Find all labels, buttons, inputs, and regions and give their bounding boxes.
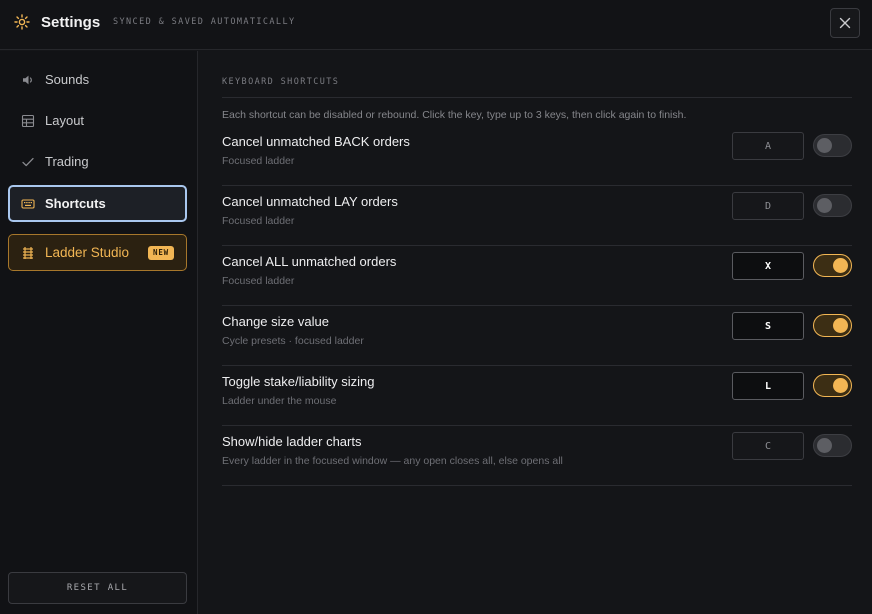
key-binding-button[interactable]: C xyxy=(732,432,804,460)
settings-header: Settings SYNCED & SAVED AUTOMATICALLY xyxy=(0,0,872,50)
key-binding-button[interactable]: L xyxy=(732,372,804,400)
shortcut-scope: Cycle presets · focused ladder xyxy=(222,335,364,347)
sidebar-item-label: Trading xyxy=(45,154,89,169)
shortcut-title: Show/hide ladder charts xyxy=(222,434,362,449)
sidebar-item-ladder-studio[interactable]: Ladder Studio NEW xyxy=(8,234,187,271)
shortcut-row: Cancel ALL unmatched orders Focused ladd… xyxy=(222,246,852,306)
close-icon xyxy=(839,17,851,29)
sidebar-item-trading[interactable]: Trading xyxy=(8,143,187,180)
ladder-icon xyxy=(21,246,35,260)
enable-toggle[interactable] xyxy=(813,434,852,457)
check-icon xyxy=(21,155,35,169)
enable-toggle[interactable] xyxy=(813,134,852,157)
enable-toggle[interactable] xyxy=(813,374,852,397)
shortcut-row: Show/hide ladder charts Every ladder in … xyxy=(222,426,852,486)
helper-text: Each shortcut can be disabled or rebound… xyxy=(222,109,687,121)
sidebar-item-label: Shortcuts xyxy=(45,196,106,211)
shortcut-scope: Every ladder in the focused window — any… xyxy=(222,455,563,467)
close-button[interactable] xyxy=(830,8,860,38)
sidebar-item-shortcuts[interactable]: Shortcuts xyxy=(8,185,187,222)
keyboard-icon xyxy=(21,197,35,211)
shortcut-row: Toggle stake/liability sizing Ladder und… xyxy=(222,366,852,426)
settings-sidebar: Sounds Layout Trading Shortcuts Ladder S… xyxy=(0,51,198,614)
page-title: Settings xyxy=(41,14,101,31)
key-binding-button[interactable]: A xyxy=(732,132,804,160)
toggle-knob xyxy=(833,318,848,333)
shortcuts-panel: KEYBOARD SHORTCUTS Each shortcut can be … xyxy=(199,51,872,614)
shortcut-row: Cancel unmatched LAY orders Focused ladd… xyxy=(222,186,852,246)
toggle-knob xyxy=(817,138,832,153)
shortcut-title: Cancel unmatched BACK orders xyxy=(222,134,410,149)
key-binding-button[interactable]: S xyxy=(732,312,804,340)
reset-all-button[interactable]: RESET ALL xyxy=(8,572,187,604)
new-badge: NEW xyxy=(148,246,174,260)
grid-icon xyxy=(21,114,35,128)
shortcut-scope: Focused ladder xyxy=(222,215,295,227)
sidebar-item-label: Layout xyxy=(45,113,85,128)
shortcut-row: Cancel unmatched BACK orders Focused lad… xyxy=(222,126,852,186)
key-binding-button[interactable]: D xyxy=(732,192,804,220)
toggle-knob xyxy=(833,378,848,393)
shortcut-title: Cancel unmatched LAY orders xyxy=(222,194,398,209)
shortcut-row: Change size value Cycle presets · focuse… xyxy=(222,306,852,366)
speaker-icon xyxy=(21,73,35,87)
divider xyxy=(222,97,852,98)
shortcut-title: Cancel ALL unmatched orders xyxy=(222,254,397,269)
sidebar-item-sounds[interactable]: Sounds xyxy=(8,61,187,98)
shortcut-scope: Ladder under the mouse xyxy=(222,395,337,407)
section-title: KEYBOARD SHORTCUTS xyxy=(222,77,340,87)
sidebar-item-layout[interactable]: Layout xyxy=(8,102,187,139)
sidebar-item-label: Ladder Studio xyxy=(45,245,130,260)
toggle-knob xyxy=(817,198,832,213)
toggle-knob xyxy=(817,438,832,453)
key-binding-button[interactable]: X xyxy=(732,252,804,280)
shortcut-scope: Focused ladder xyxy=(222,275,295,287)
sync-status: SYNCED & SAVED AUTOMATICALLY xyxy=(113,17,296,27)
toggle-knob xyxy=(833,258,848,273)
enable-toggle[interactable] xyxy=(813,314,852,337)
sidebar-item-label: Sounds xyxy=(45,72,90,87)
shortcut-title: Toggle stake/liability sizing xyxy=(222,374,375,389)
enable-toggle[interactable] xyxy=(813,194,852,217)
enable-toggle[interactable] xyxy=(813,254,852,277)
shortcut-title: Change size value xyxy=(222,314,329,329)
shortcut-scope: Focused ladder xyxy=(222,155,295,167)
gear-icon xyxy=(14,14,30,30)
